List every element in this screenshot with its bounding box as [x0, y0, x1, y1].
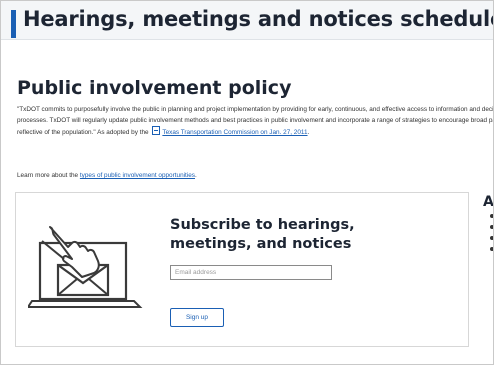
document-icon: [152, 126, 161, 136]
envelope-laptop-illustration: [28, 226, 143, 308]
laptop-base-icon: [28, 300, 143, 308]
commission-link[interactable]: Texas Transportation Commission on Jan. …: [162, 129, 307, 136]
learn-more-prefix: Learn more about the: [17, 172, 79, 179]
aside-bullet: [490, 225, 493, 229]
subscribe-heading: Subscribe to hearings, meetings, and not…: [170, 217, 355, 252]
page-frame: Hearings, meetings and notices schedule …: [0, 0, 494, 365]
page-header: Hearings, meetings and notices schedule: [1, 1, 494, 40]
policy-period: .: [307, 129, 310, 137]
aside-bullet: [490, 247, 493, 251]
policy-heading: Public involvement policy: [17, 77, 292, 99]
aside-bullet: [490, 236, 493, 240]
aside-heading: A: [483, 194, 494, 210]
page-title: Hearings, meetings and notices schedule: [23, 7, 494, 31]
aside-bullet: [490, 214, 493, 218]
sign-up-button[interactable]: Sign up: [170, 308, 224, 327]
learn-more-line: Learn more about the types of public inv…: [17, 172, 197, 179]
email-field[interactable]: [170, 265, 332, 280]
learn-more-suffix: .: [195, 172, 197, 179]
subscribe-card: Subscribe to hearings, meetings, and not…: [15, 192, 469, 347]
aside-list: [490, 214, 493, 258]
policy-paragraph: "TxDOT commits to purposefully involve t…: [17, 105, 493, 139]
opportunities-link[interactable]: types of public involvement opportunitie…: [80, 172, 195, 179]
header-accent-bar: [11, 10, 16, 38]
